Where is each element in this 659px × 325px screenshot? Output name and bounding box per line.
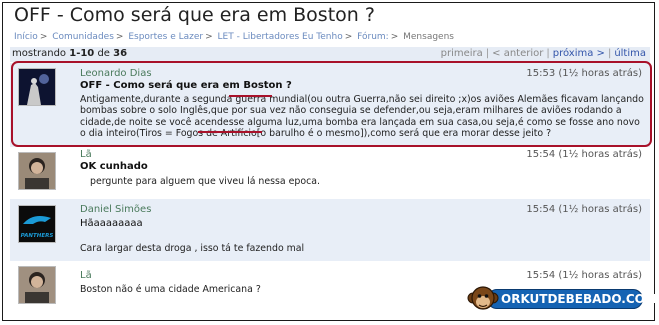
breadcrumb-esportes[interactable]: Esportes e Lazer [128,32,203,42]
post-item: Lã 15:54 (1½ horas atrás) OK cunhado per… [10,148,650,198]
panthers-logo-image: PANTHERS [19,206,55,242]
post-author[interactable]: Lã [80,149,92,160]
breadcrumb: Início > Comunidades > Esportes e Lazer > L… [14,32,454,42]
page-title: OFF - Como será que era em Boston ? [14,4,375,26]
person-photo-image [19,267,55,303]
pager-previous: < anterior [492,48,544,59]
post-body: Boston não é uma cidade Americana ? [80,284,261,295]
underline-solo-ingles [198,131,262,133]
post-time: 15:54 (1½ horas atrás) [526,204,642,215]
breadcrumb-forum[interactable]: Fórum: [357,32,389,42]
breadcrumb-inicio[interactable]: Início [14,32,38,42]
results-total: 36 [113,48,128,59]
brand-logo: ORKUTDEBEBADO.COM [467,284,657,312]
results-count: mostrando 1-10 de 36 [12,48,127,59]
post-body: pergunte para alguem que viveu lá nessa … [90,176,320,187]
post-body: Cara largar desta droga , isso tá te faz… [80,243,305,254]
person-photo-avatar[interactable] [18,152,56,190]
monkey-icon [467,286,499,310]
pager-last[interactable]: última [614,48,646,59]
panthers-logo-avatar[interactable]: PANTHERS [18,205,56,243]
post-subject: Hãaaaaaaaa [80,218,143,229]
breadcrumb-community[interactable]: LET - Libertadores Eu Tenho [218,32,343,42]
post-item: Leonardo Dias 15:53 (1½ horas atrás) OFF… [10,63,650,147]
pager-nav: primeira | < anterior | próxima > | última [440,48,646,59]
post-subject: OFF - Como será que era em Boston ? [80,80,292,91]
brand-text: ORKUTDEBEBADO.COM [501,292,657,306]
underline-boston [229,95,272,97]
post-time: 15:54 (1½ horas atrás) [526,270,642,281]
night-scene-image [19,69,55,105]
post-time: 15:54 (1½ horas atrás) [526,149,642,160]
post-subject: OK cunhado [80,161,148,172]
breadcrumb-current: Mensagens [403,32,454,42]
post-author[interactable]: Lã [80,270,92,281]
post-time: 15:53 (1½ horas atrás) [526,68,642,79]
pager-bar: mostrando 1-10 de 36 primeira | < anterior… [10,47,650,62]
showing-label: mostrando [12,48,67,59]
post-author[interactable]: Daniel Simões [80,204,151,215]
pager-next[interactable]: próxima > [553,48,605,59]
breadcrumb-comunidades[interactable]: Comunidades [52,32,114,42]
post-body: Antigamente,durante a segunda guerra mun… [80,94,644,140]
person-photo-avatar[interactable] [18,266,56,304]
pager-first: primeira [440,48,483,59]
person-photo-image [19,153,55,189]
panthers-text: PANTHERS [21,233,54,239]
night-scene-avatar[interactable] [18,68,56,106]
post-author[interactable]: Leonardo Dias [80,68,152,79]
results-range: 1-10 [69,48,95,59]
of-label: de [97,48,110,59]
post-item: PANTHERS Daniel Simões 15:54 (1½ horas a… [10,199,650,261]
